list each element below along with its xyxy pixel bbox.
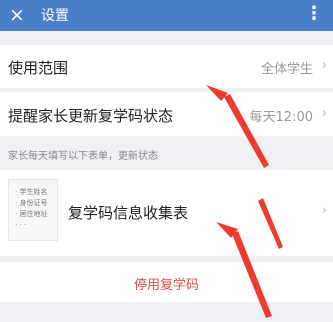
remind-row[interactable]: 提醒家长更新复学码状态 每天12:00 › xyxy=(0,92,333,136)
chevron-right-icon: › xyxy=(321,203,327,218)
form-note: 家长每天填写以下表单，更新状态 xyxy=(8,151,158,162)
form-label: 复学码信息收集表 xyxy=(68,204,189,222)
chevron-right-icon: › xyxy=(321,106,327,121)
thumb-line: · 居住地址 xyxy=(15,210,48,218)
form-row[interactable]: · 学生姓名 · 身份证号 · 居住地址 · · · 复学码信息收集表 › xyxy=(0,170,333,256)
remind-label: 提醒家长更新复学码状态 xyxy=(8,107,174,125)
thumb-line: · 学生姓名 xyxy=(15,188,48,196)
disable-button[interactable]: 停用复学码 xyxy=(0,274,333,293)
more-icon[interactable]: ⋮ xyxy=(305,3,323,25)
scope-label: 使用范围 xyxy=(8,59,69,77)
thumb-line: · 身份证号 xyxy=(15,199,48,207)
disable-row[interactable]: 停用复学码 xyxy=(0,262,333,302)
scope-value: 全体学生 xyxy=(260,62,313,77)
page-title: 设置 xyxy=(41,8,69,24)
top-bar: × 设置 ⋮ xyxy=(0,0,333,31)
close-icon[interactable]: × xyxy=(9,4,25,26)
remind-time: 每天12:00 xyxy=(249,110,313,125)
chevron-right-icon: › xyxy=(321,58,327,73)
form-thumbnail: · 学生姓名 · 身份证号 · 居住地址 · · · xyxy=(8,179,58,241)
scope-row[interactable]: 使用范围 全体学生 › xyxy=(0,45,333,88)
thumb-line: · · · xyxy=(15,221,27,229)
